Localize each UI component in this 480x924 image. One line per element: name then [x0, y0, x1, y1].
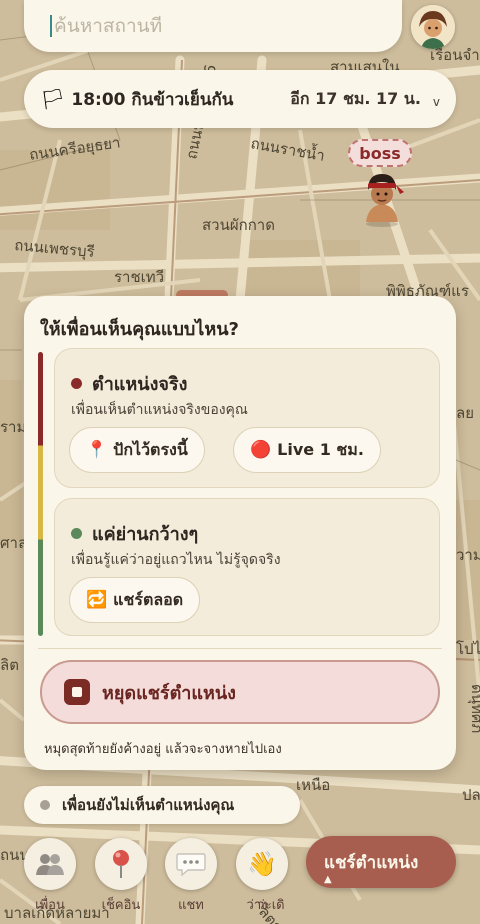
- pin-here-label: ปักไว้ตรงนี้: [113, 439, 188, 459]
- map-label: เหนือ: [296, 776, 330, 794]
- option-area-only[interactable]: แค่ย่านกว้างๆ เพื่อนรู้แค่ว่าอยู่แถวไหน …: [54, 498, 440, 636]
- user-avatar-icon: [411, 5, 455, 49]
- panel-footnote: หมุดสุดท้ายยังค้างอยู่ แล้วจะจางหายไปเอง: [44, 742, 282, 757]
- waving-hand-icon: 👋: [247, 850, 277, 878]
- event-countdown: อีก 17 ชม. 17 น.: [290, 88, 421, 108]
- stop-icon: [64, 679, 90, 705]
- stop-sharing-button[interactable]: หยุดแชร์ตำแหน่ง: [40, 660, 440, 724]
- share-location-button[interactable]: แชร์ตำแหน่ง ▲: [306, 836, 456, 888]
- map-label: ลย: [456, 404, 474, 422]
- chevron-down-icon[interactable]: v: [433, 95, 440, 109]
- share-always-button[interactable]: 🔁 แชร์ตลอด: [69, 577, 201, 623]
- map-label: โปไ: [456, 640, 480, 658]
- pin-here-button[interactable]: 📍 ปักไว้ตรงนี้: [69, 427, 205, 473]
- text-caret: [50, 15, 52, 37]
- map-label: เรือนจำ: [430, 46, 480, 64]
- share-mode-panel: ให้เพื่อนเห็นคุณแบบไหน? ตำแหน่งจริง เพื่…: [24, 296, 456, 770]
- chat-bubble-icon: [176, 853, 206, 877]
- live-1h-label: Live 1 ชม.: [277, 439, 364, 459]
- search-input[interactable]: [54, 15, 354, 37]
- profile-avatar[interactable]: [411, 5, 455, 49]
- status-dot-icon: [40, 800, 50, 810]
- nav-chat-label: แชท: [178, 898, 204, 913]
- nav-chat-button[interactable]: [165, 838, 217, 890]
- nav-wave-label: ว่ะเดิ: [257, 898, 285, 913]
- status-text: เพื่อนยังไม่เห็นตำแหน่งคุณ: [62, 796, 235, 814]
- visibility-status-pill: เพื่อนยังไม่เห็นตำแหน่งคุณ: [24, 786, 300, 824]
- friends-icon: [36, 854, 64, 875]
- share-location-label: แชร์ตำแหน่ง: [324, 852, 419, 873]
- map-label: ดนุทศภ: [467, 684, 480, 733]
- option-title: แค่ย่านกว้างๆ: [92, 524, 199, 545]
- live-1h-button[interactable]: 🔴 Live 1 ชม.: [233, 427, 381, 473]
- option-exact-location[interactable]: ตำแหน่งจริง เพื่อนเห็นตำแหน่งจริงของคุณ …: [54, 348, 440, 488]
- red-dot-icon: [71, 378, 82, 389]
- nav-friends-button[interactable]: [24, 838, 76, 890]
- flag-icon: 🏳: [40, 87, 66, 111]
- option-description: เพื่อนเห็นตำแหน่งจริงของคุณ: [71, 402, 248, 418]
- nav-checkin-label: เช็คอิน: [101, 898, 141, 913]
- stop-sharing-label: หยุดแชร์ตำแหน่ง: [102, 682, 236, 704]
- green-dot-icon: [71, 528, 82, 539]
- nav-checkin-button[interactable]: [95, 838, 147, 890]
- boss-avatar-icon[interactable]: [356, 168, 408, 228]
- caret-up-icon: ▲: [324, 874, 332, 885]
- event-title: 18:00 กินข้าวเย็นกัน: [71, 89, 234, 110]
- map-label: ราม: [0, 418, 26, 436]
- map-pin-icon: [113, 850, 129, 878]
- live-dot-icon: 🔴: [250, 440, 272, 460]
- pin-icon: 📍: [86, 440, 108, 460]
- map-label: ราชเทวี: [114, 268, 164, 286]
- share-always-label: แชร์ตลอด: [113, 589, 184, 609]
- map-label: สวนผักกาด: [202, 216, 275, 234]
- panel-title: ให้เพื่อนเห็นคุณแบบไหน?: [40, 319, 239, 340]
- event-bar[interactable]: 🏳 18:00 กินข้าวเย็นกัน อีก 17 ชม. 17 น. …: [24, 70, 456, 128]
- nav-friends-label: เพื่อน: [35, 898, 65, 913]
- privacy-level-bar: [38, 352, 43, 636]
- map-label: ปล: [462, 786, 480, 804]
- map-label: วาม: [456, 546, 480, 564]
- repeat-icon: 🔁: [86, 590, 108, 610]
- map-label: ลิต: [0, 656, 19, 674]
- option-description: เพื่อนรู้แค่ว่าอยู่แถวไหน ไม่รู้จุดจริง: [71, 552, 281, 568]
- divider: [38, 648, 442, 649]
- option-title: ตำแหน่งจริง: [92, 374, 188, 395]
- nav-wave-button[interactable]: 👋: [236, 838, 288, 890]
- search-bar[interactable]: [24, 0, 402, 52]
- boss-marker-label[interactable]: boss: [348, 139, 412, 167]
